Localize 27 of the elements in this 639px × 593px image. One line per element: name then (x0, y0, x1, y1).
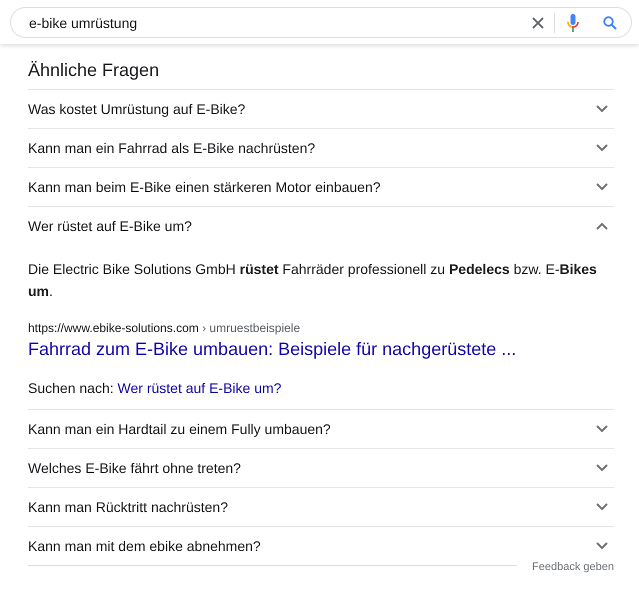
search-label: Suchen nach: (28, 380, 114, 396)
question-item[interactable]: Kann man Rücktritt nachrüsten? (28, 488, 614, 526)
chevron-down-icon (596, 425, 608, 433)
close-icon[interactable] (532, 16, 544, 28)
question-item[interactable]: Kann man ein Hardtail zu einem Fully umbauen? (28, 410, 614, 448)
search-field[interactable]: e-bike umrüstung (10, 7, 632, 38)
search-link[interactable]: Wer rüstet auf E-Bike um? (118, 380, 282, 396)
question-item[interactable]: Was kostet Umrüstung auf E-Bike? (28, 90, 614, 128)
chevron-down-icon (596, 542, 608, 550)
result-url: https://www.ebike-solutions.com (28, 321, 199, 335)
question-item[interactable]: Wer rüstet auf E-Bike um? (28, 207, 614, 245)
search-icon[interactable] (603, 16, 617, 30)
chevron-down-icon (596, 183, 608, 191)
question-item[interactable]: Welches E-Bike fährt ohne treten? (28, 449, 614, 487)
chevron-down-icon (596, 503, 608, 511)
section-heading: Ähnliche Fragen (28, 60, 160, 82)
result-path: › umruestbeispiele (202, 321, 300, 335)
question-item[interactable]: Kann man ein Fahrrad als E-Bike nachrüsten? (28, 129, 614, 167)
chevron-up-icon (596, 222, 608, 230)
question-item[interactable]: Kann man beim E-Bike einen stärkeren Motor einbauen? (28, 168, 614, 206)
microphone-icon[interactable] (567, 14, 579, 32)
chevron-down-icon (596, 105, 608, 113)
answer-text: Die Electric Bike Solutions GmbH rüstet Fahrräder professionell zu Pedelecs bzw. E-Bikes um. (28, 260, 598, 301)
chevron-down-icon (596, 144, 608, 152)
chevron-down-icon (596, 464, 608, 472)
search-query: e-bike umrüstung (29, 14, 138, 30)
result-title-link[interactable]: Fahrrad zum E-Bike umbauen: Beispiele für nachgerüstete ... (28, 336, 516, 362)
